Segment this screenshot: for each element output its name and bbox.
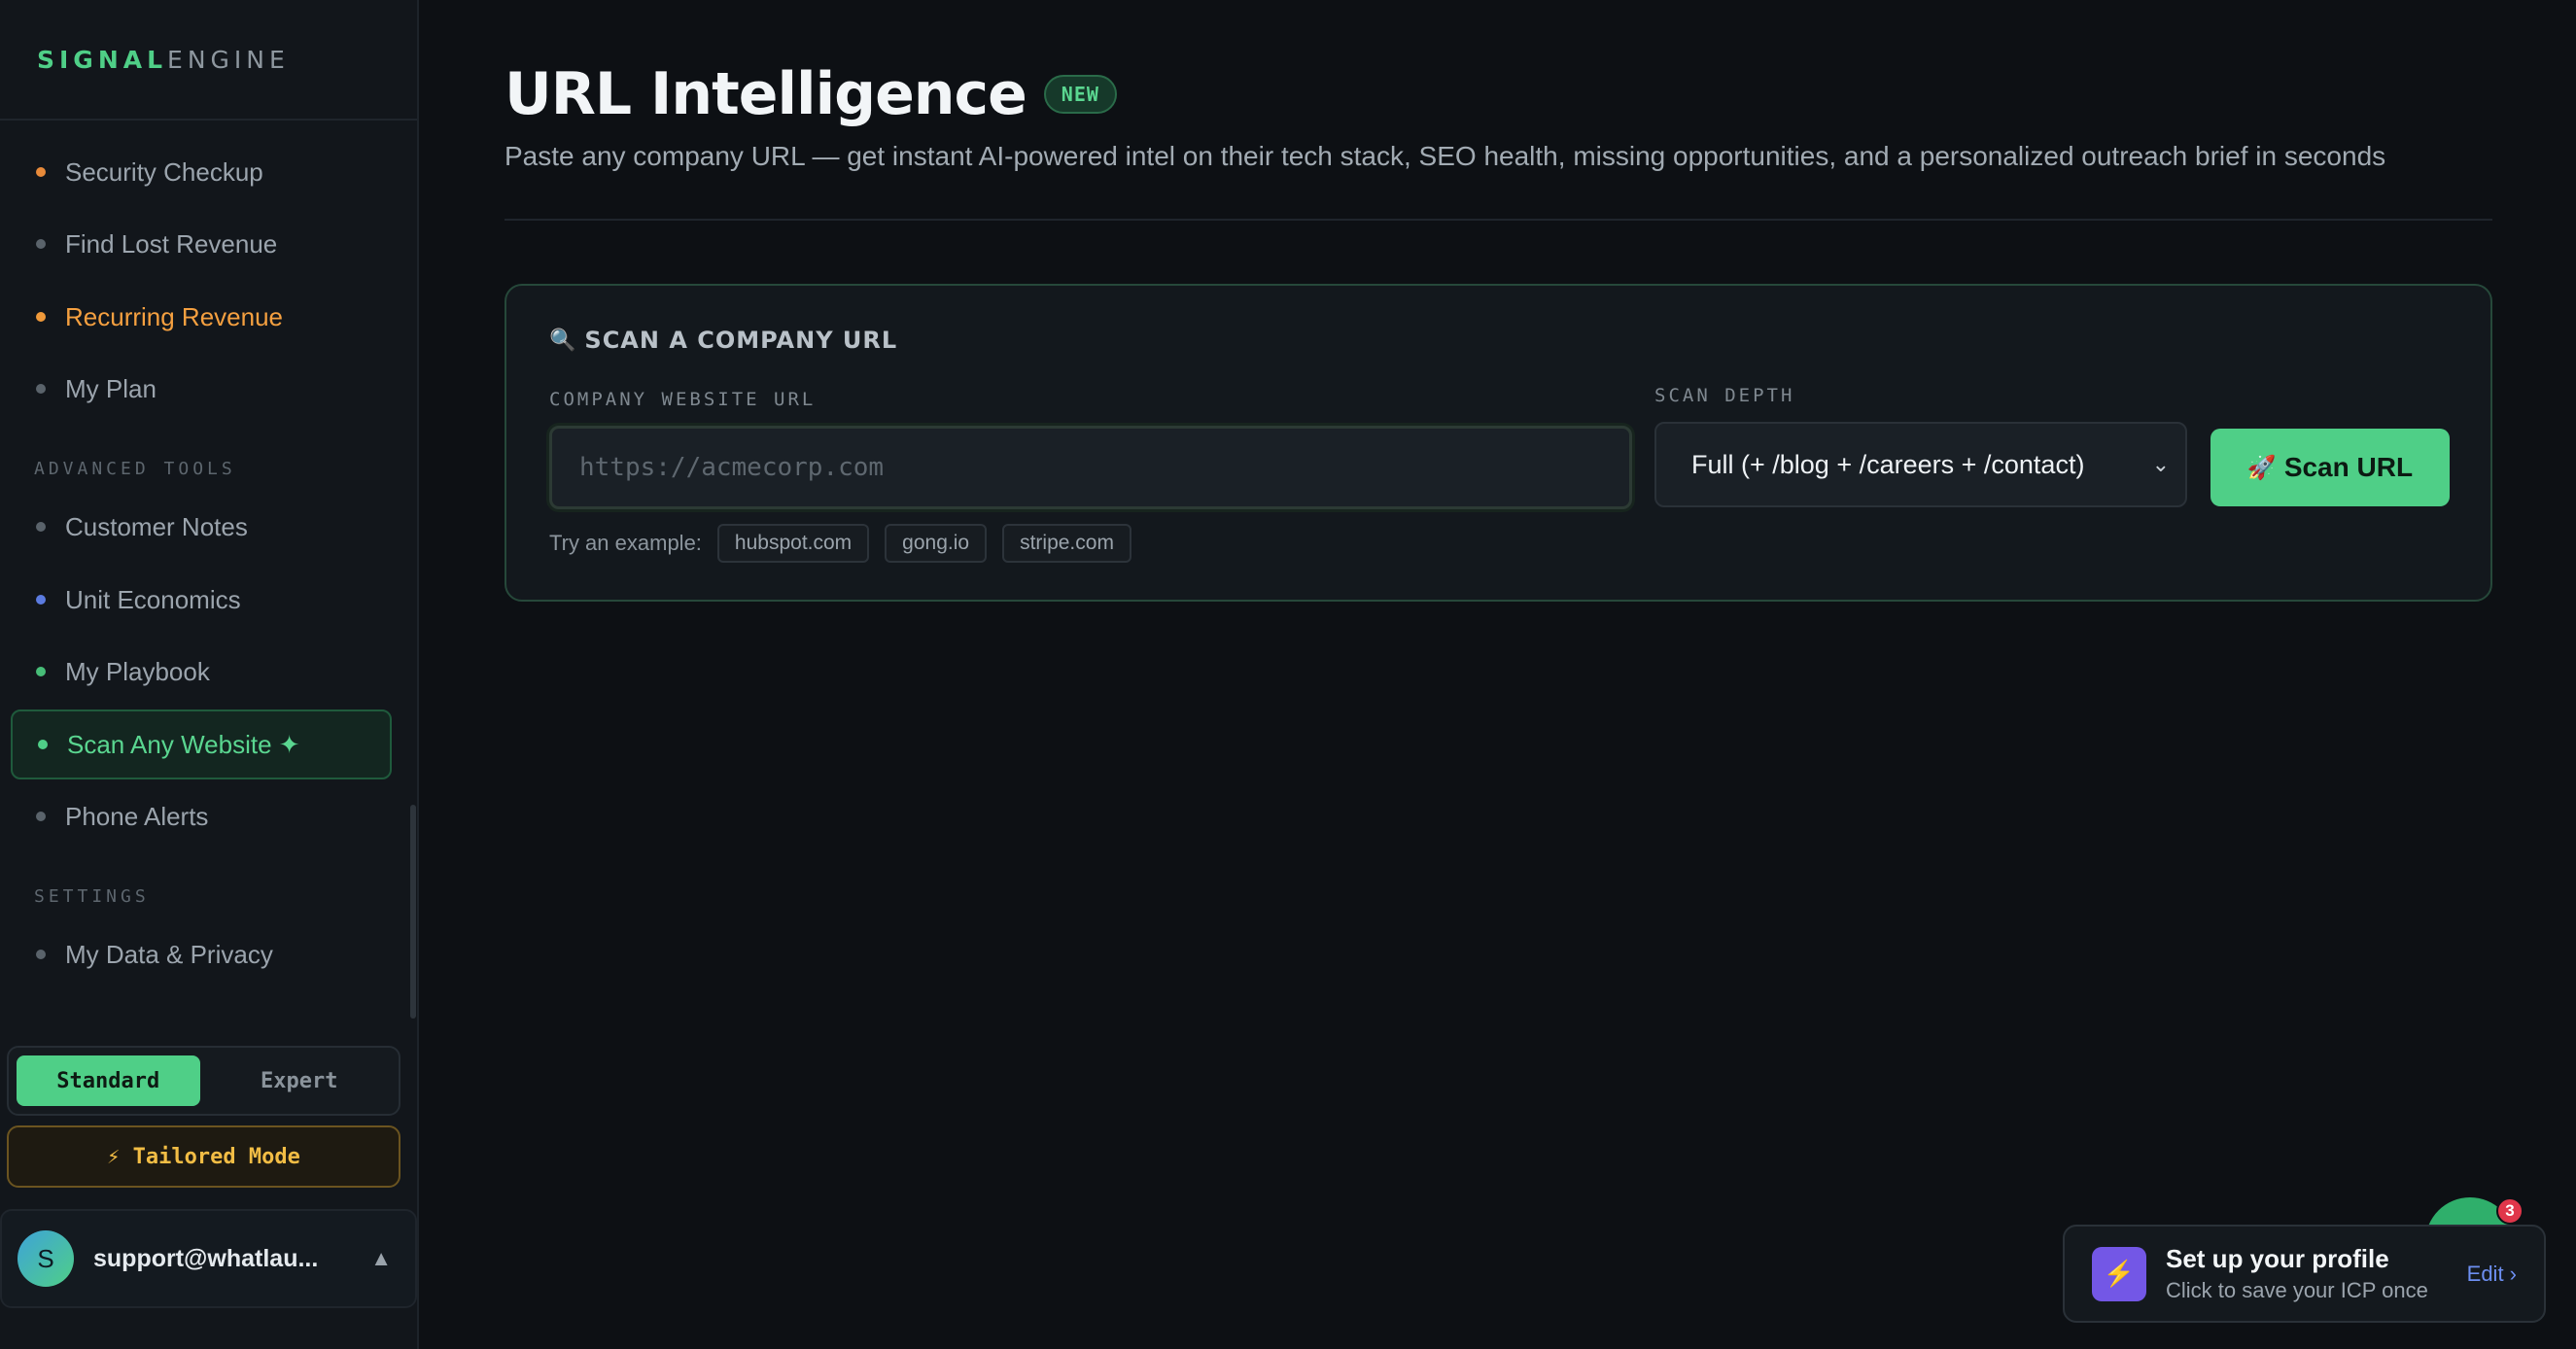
example-row: Try an example: hubspot.com gong.io stri… <box>549 524 1131 563</box>
toast-edit-link[interactable]: Edit › <box>2467 1262 2517 1287</box>
page-title: URL Intelligence <box>505 60 1027 128</box>
sidebar-item-label: My Data & Privacy <box>65 939 273 969</box>
card-heading: 🔍 SCAN A COMPANY URL <box>549 327 897 354</box>
sidebar-item-label: Unit Economics <box>65 584 241 614</box>
notification-badge: 3 <box>2496 1197 2524 1225</box>
scan-url-label: Scan URL <box>2283 452 2414 482</box>
sidebar-item-label: Recurring Revenue <box>65 301 284 331</box>
caret-up-icon[interactable]: ▲ <box>370 1246 392 1271</box>
status-dot <box>36 595 46 605</box>
sidebar-item-label: Find Lost Revenue <box>65 228 278 259</box>
sidebar-item-my-playbook[interactable]: My Playbook <box>11 637 392 707</box>
section-label-advanced-tools: ADVANCED TOOLS <box>34 459 236 479</box>
status-dot <box>36 667 46 676</box>
sidebar-item-find-lost-revenue[interactable]: Find Lost Revenue <box>11 209 392 279</box>
sidebar-item-my-plan[interactable]: My Plan <box>11 354 392 424</box>
rocket-icon: 🚀 <box>2246 454 2277 481</box>
url-input[interactable] <box>549 426 1632 509</box>
sidebar-item-label: Phone Alerts <box>65 801 209 831</box>
scan-depth-label: SCAN DEPTH <box>1654 385 1795 406</box>
example-chip-stripe[interactable]: stripe.com <box>1002 524 1131 563</box>
url-field-label: COMPANY WEBSITE URL <box>549 389 817 410</box>
brand-part-1: SIGNAL <box>37 45 168 74</box>
sidebar-item-phone-alerts[interactable]: Phone Alerts <box>11 781 392 851</box>
sidebar-item-my-data-privacy[interactable]: My Data & Privacy <box>11 919 392 989</box>
page-subtitle: Paste any company URL — get instant AI-p… <box>505 141 2386 171</box>
sidebar-item-scan-any-website[interactable]: Scan Any Website ✦ <box>11 709 392 779</box>
sidebar-item-unit-economics[interactable]: Unit Economics <box>11 565 392 635</box>
user-email: support@whatlau... <box>93 1244 319 1272</box>
sidebar-item-label: Customer Notes <box>65 511 248 541</box>
toast-subtitle: Click to save your ICP once <box>2166 1278 2428 1302</box>
scan-depth-value: Full (+ /blog + /careers + /contact) <box>1691 449 2085 479</box>
title-row: URL Intelligence NEW <box>505 60 1117 128</box>
example-chip-gong[interactable]: gong.io <box>885 524 988 563</box>
sidebar-item-security-checkup[interactable]: Security Checkup <box>11 137 392 207</box>
mode-toggle: Standard Expert <box>7 1046 400 1116</box>
scan-url-button[interactable]: 🚀 Scan URL <box>2210 429 2450 506</box>
sidebar-item-recurring-revenue[interactable]: Recurring Revenue <box>11 282 392 352</box>
sidebar-item-customer-notes[interactable]: Customer Notes <box>11 492 392 562</box>
sidebar-item-label: My Playbook <box>65 656 210 686</box>
status-dot <box>36 950 46 959</box>
tailored-mode-button[interactable]: ⚡ Tailored Mode <box>7 1125 400 1188</box>
scan-depth-select[interactable]: Full (+ /blog + /careers + /contact) ⌄ <box>1654 422 2187 507</box>
status-dot <box>36 384 46 394</box>
new-badge: NEW <box>1043 75 1117 114</box>
brand-logo[interactable]: SIGNAL ENGINE <box>0 0 417 121</box>
mode-expert-button[interactable]: Expert <box>208 1055 392 1106</box>
sidebar-item-label: Security Checkup <box>65 156 263 187</box>
card-heading-text: SCAN A COMPANY URL <box>584 327 898 354</box>
status-dot <box>36 812 46 821</box>
divider <box>505 219 2492 221</box>
example-chip-hubspot[interactable]: hubspot.com <box>716 524 870 563</box>
chevron-down-icon: ⌄ <box>2151 452 2170 476</box>
avatar: S <box>17 1230 74 1287</box>
user-menu[interactable]: S support@whatlau... ▲ <box>0 1209 417 1308</box>
status-dot <box>36 167 46 177</box>
sidebar-item-label: Scan Any Website ✦ <box>67 729 300 759</box>
lightning-icon: ⚡ <box>2092 1246 2146 1301</box>
section-label-settings: SETTINGS <box>34 886 150 907</box>
sidebar-scrollbar[interactable] <box>410 805 416 1019</box>
brand-part-2: ENGINE <box>167 45 290 74</box>
sidebar-item-label: My Plan <box>65 373 157 403</box>
status-dot <box>36 239 46 249</box>
magnifier-icon: 🔍 <box>549 328 577 353</box>
status-dot <box>38 740 48 749</box>
sidebar: SIGNAL ENGINE Security Checkup Find Lost … <box>0 0 419 1349</box>
scan-card: 🔍 SCAN A COMPANY URL COMPANY WEBSITE URL… <box>505 284 2492 602</box>
status-dot <box>36 522 46 532</box>
try-example-label: Try an example: <box>549 531 702 555</box>
toast-text: Set up your profile Click to save your I… <box>2166 1244 2467 1303</box>
toast-title: Set up your profile <box>2166 1244 2389 1273</box>
status-dot <box>36 312 46 322</box>
profile-setup-toast[interactable]: ⚡ Set up your profile Click to save your… <box>2063 1225 2546 1323</box>
mode-standard-button[interactable]: Standard <box>17 1055 200 1106</box>
